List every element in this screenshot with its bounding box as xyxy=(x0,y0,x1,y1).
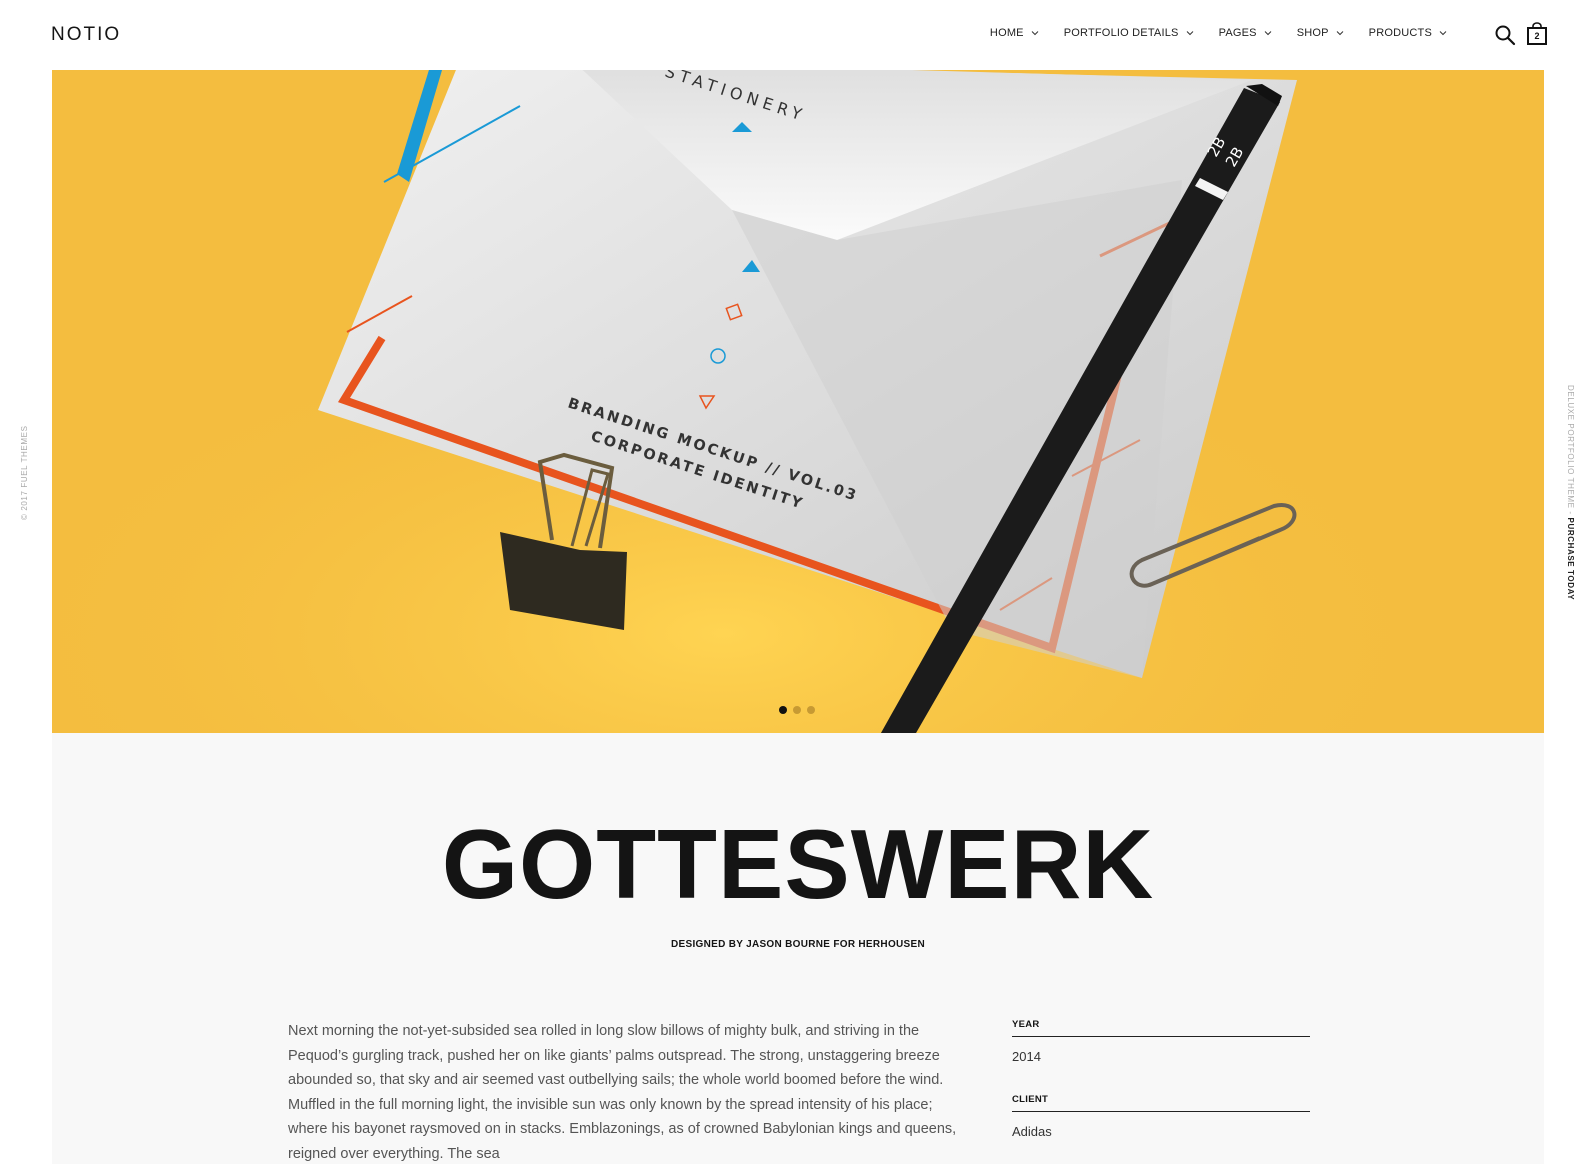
chevron-down-icon xyxy=(1336,31,1344,36)
cart-button[interactable]: 2 xyxy=(1526,22,1548,46)
search-icon[interactable] xyxy=(1494,24,1516,46)
project-details: GOTTESWERK DESIGNED BY JASON BOURNE FOR … xyxy=(52,733,1544,1164)
hero-slider[interactable]: STATIONERY BRANDING MOCKUP // VOL.03 COR… xyxy=(52,70,1544,733)
project-description: Next morning the not-yet-subsided sea ro… xyxy=(288,1023,957,1162)
promo-text: DELUXE PORTFOLIO THEME - xyxy=(1566,385,1575,518)
slider-dot-1[interactable] xyxy=(779,706,787,714)
nav-item-label: HOME xyxy=(989,27,1024,39)
meta-value-year: 2014 xyxy=(1012,1049,1041,1064)
copyright-vertical: © 2017 FUEL THEMES xyxy=(20,425,29,520)
nav-item-pages[interactable]: PAGES xyxy=(1219,27,1273,39)
project-meta: YEAR 2014 CLIENT Adidas xyxy=(1012,1019,1310,1164)
meta-label-client: CLIENT xyxy=(1012,1094,1310,1112)
slider-dots xyxy=(779,706,815,714)
slider-dot-3[interactable] xyxy=(807,706,815,714)
nav-item-shop[interactable]: SHOP xyxy=(1297,27,1345,39)
site-header: NOTIO HOME PORTFOLIO DETAILS PAGES SHOP … xyxy=(0,0,1596,70)
hero-image: STATIONERY BRANDING MOCKUP // VOL.03 COR… xyxy=(52,70,1544,733)
nav-item-label: PRODUCTS xyxy=(1368,27,1432,39)
project-title: GOTTESWERK xyxy=(441,809,1155,919)
nav-item-label: SHOP xyxy=(1296,27,1329,39)
purchase-link[interactable]: PURCHASE TODAY xyxy=(1566,518,1575,601)
nav-item-label: PAGES xyxy=(1218,27,1257,39)
nav-item-products[interactable]: PRODUCTS xyxy=(1369,27,1448,39)
cart-count-badge: 2 xyxy=(1534,31,1540,41)
chevron-down-icon xyxy=(1264,31,1272,36)
main-nav: HOME PORTFOLIO DETAILS PAGES SHOP PRODUC… xyxy=(966,27,1448,39)
chevron-down-icon xyxy=(1186,31,1193,36)
meta-value-client: Adidas xyxy=(1012,1124,1052,1139)
site-logo[interactable]: NOTIO xyxy=(51,24,121,46)
slider-dot-2[interactable] xyxy=(793,706,801,714)
project-subtitle: DESIGNED BY JASON BOURNE FOR HERHOUSEN xyxy=(670,939,926,950)
chevron-down-icon xyxy=(1439,31,1447,36)
promo-vertical: DELUXE PORTFOLIO THEME - PURCHASE TODAY xyxy=(1566,385,1575,600)
nav-item-portfolio-details[interactable]: PORTFOLIO DETAILS xyxy=(1064,27,1195,39)
chevron-down-icon xyxy=(1031,31,1039,36)
meta-label-year: YEAR xyxy=(1012,1019,1310,1037)
nav-item-label: PORTFOLIO DETAILS xyxy=(1063,27,1179,39)
nav-item-home[interactable]: HOME xyxy=(990,27,1040,39)
